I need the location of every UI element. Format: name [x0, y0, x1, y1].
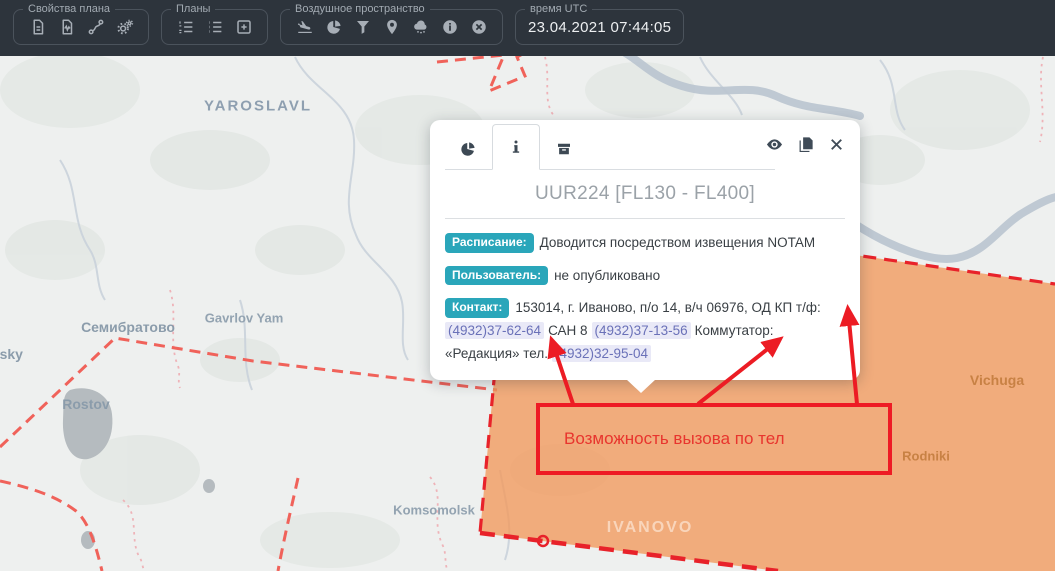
group-label: Планы: [171, 2, 215, 16]
meteo-icon: [412, 18, 430, 36]
top-toolbar: Свойства плана: [0, 0, 1055, 56]
contact-badge: Контакт:: [445, 298, 509, 318]
group-label: Воздушное пространство: [290, 2, 430, 16]
text-segment: САН 8: [548, 323, 587, 338]
visibility-button[interactable]: [764, 134, 784, 154]
user-badge: Пользователь:: [445, 266, 548, 286]
popup-caret: [626, 379, 656, 393]
contact-row: Контакт: 153014, г. Иваново, п/о 14, в/ч …: [445, 297, 845, 365]
ordered-list-icon: [177, 18, 195, 36]
add-plan-icon: [235, 18, 253, 36]
group-label: Свойства плана: [23, 2, 115, 16]
group-utc-clock: время UTC 23.04.2021 07:44:05: [515, 9, 684, 45]
popup-actions: [764, 134, 846, 154]
copy-icon: [796, 135, 815, 154]
close-icon: [827, 135, 846, 154]
plane-arrival-icon: [296, 18, 314, 36]
tab-zones[interactable]: [444, 128, 492, 170]
user-row: Пользователь: не опубликовано: [445, 265, 845, 288]
annotation-box: Возможность вызова по тел: [536, 403, 892, 475]
group-plan-properties: Свойства плана: [13, 9, 149, 45]
toolbar-button[interactable]: [380, 15, 403, 39]
text-segment: не опубликовано: [554, 268, 660, 283]
schedule-badge: Расписание:: [445, 233, 534, 253]
filter-icon: [354, 18, 372, 36]
toolbar-button[interactable]: [55, 15, 78, 39]
list-icon: [206, 18, 224, 36]
file-icon: [29, 18, 47, 36]
gears-icon: [116, 18, 134, 36]
info-popup: UUR224 [FL130 - FL400] Расписание: Доводи…: [430, 120, 860, 380]
group-airspace: Воздушное пространство: [280, 9, 503, 45]
zone-title: UUR224 [FL130 - FL400]: [430, 183, 860, 205]
toolbar-button[interactable]: [232, 15, 255, 39]
toolbar-button[interactable]: [467, 15, 490, 39]
utc-time-value: 23.04.2021 07:44:05: [525, 19, 674, 36]
toolbar-button[interactable]: [438, 15, 461, 39]
group-label: время UTC: [525, 2, 592, 16]
toolbar-button[interactable]: [26, 15, 49, 39]
schedule-row: Расписание: Доводится посредством извещен…: [445, 232, 845, 255]
info-circle-icon: [441, 18, 459, 36]
toolbar-button[interactable]: [203, 15, 226, 39]
eye-icon: [765, 135, 784, 154]
toolbar-button[interactable]: [174, 15, 197, 39]
file-waveform-icon: [58, 18, 76, 36]
clear-icon: [470, 18, 488, 36]
toolbar-button[interactable]: [84, 15, 107, 39]
tab-archive-icon: [555, 140, 573, 158]
toolbar-button[interactable]: [351, 15, 374, 39]
tab-info-icon: [507, 138, 525, 156]
text-segment: 153014, г. Иваново, п/о 14, в/ч 06976, О…: [515, 300, 820, 315]
tab-archive[interactable]: [540, 128, 588, 170]
pie-chart-icon: [459, 140, 477, 158]
pie-chart-icon: [325, 18, 343, 36]
route-icon: [87, 18, 105, 36]
toolbar-button[interactable]: [322, 15, 345, 39]
map-marker-icon: [383, 18, 401, 36]
text-segment[interactable]: (4932)37-62-64: [445, 322, 544, 339]
airspace-planner-app: YAROSLAVL Семибратово Gavrlov Yam osky R…: [0, 0, 1055, 571]
close-button[interactable]: [826, 134, 846, 154]
tab-info[interactable]: [492, 124, 540, 170]
toolbar-button[interactable]: [409, 15, 432, 39]
text-segment[interactable]: (4932)37-13-56: [592, 322, 691, 339]
annotation-text: Возможность вызова по тел: [564, 429, 785, 449]
toolbar-button[interactable]: [293, 15, 316, 39]
text-segment: Доводится посредством извещения NOTAM: [540, 235, 815, 250]
group-plans: Планы: [161, 9, 268, 45]
copy-button[interactable]: [795, 134, 815, 154]
popup-body: Расписание: Доводится посредством извещен…: [430, 219, 860, 365]
text-segment[interactable]: (4932)32-95-04: [552, 345, 651, 362]
toolbar-button[interactable]: [113, 15, 136, 39]
